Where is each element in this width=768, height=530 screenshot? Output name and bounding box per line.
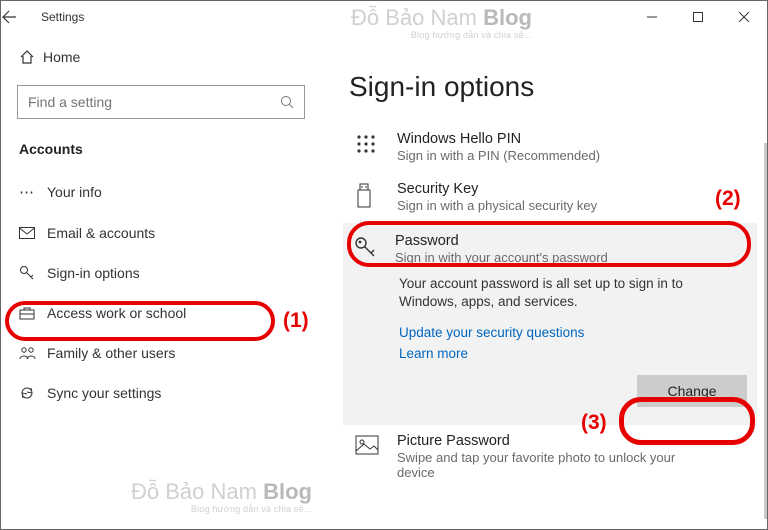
nav-label: Sync your settings [47, 385, 161, 401]
email-icon [19, 227, 47, 239]
window-controls [629, 1, 767, 33]
option-pin[interactable]: Windows Hello PIN Sign in with a PIN (Re… [349, 123, 751, 173]
nav-email-accounts[interactable]: Email & accounts [1, 213, 321, 253]
minimize-icon [647, 12, 657, 22]
option-title: Windows Hello PIN [397, 131, 600, 147]
option-picture-password[interactable]: Picture Password Swipe and tap your favo… [349, 425, 751, 490]
sidebar: Home Accounts ⋯ Your info Email & accoun… [1, 33, 321, 529]
home-button[interactable]: Home [1, 39, 321, 75]
home-label: Home [43, 49, 80, 65]
option-title: Password [395, 233, 608, 249]
usb-icon [355, 181, 397, 213]
key-icon [19, 265, 47, 281]
nav-label: Email & accounts [47, 225, 155, 241]
titlebar: Settings [1, 1, 767, 33]
main-pane: Sign-in options Windows Hello PIN Sign i… [321, 33, 767, 529]
search-input[interactable] [28, 94, 280, 110]
maximize-button[interactable] [675, 1, 721, 33]
back-button[interactable] [1, 9, 41, 25]
your-info-icon: ⋯ [19, 183, 47, 201]
option-desc: Sign in with your account's password [395, 250, 608, 265]
home-icon [19, 49, 43, 65]
picture-icon [355, 433, 397, 480]
briefcase-icon [19, 306, 47, 320]
pin-icon [355, 131, 397, 163]
minimize-button[interactable] [629, 1, 675, 33]
nav-label: Sign-in options [47, 265, 140, 281]
option-password[interactable]: Password Sign in with your account's pas… [353, 233, 747, 269]
nav-family-users[interactable]: Family & other users [1, 333, 321, 373]
nav-label: Family & other users [47, 345, 175, 361]
option-desc: Sign in with a PIN (Recommended) [397, 148, 600, 163]
option-security-key[interactable]: Security Key Sign in with a physical sec… [349, 173, 751, 223]
section-label: Accounts [1, 135, 321, 171]
update-security-questions-link[interactable]: Update your security questions [399, 325, 747, 340]
nav-your-info[interactable]: ⋯ Your info [1, 171, 321, 213]
nav-label: Access work or school [47, 305, 186, 321]
password-detail: Your account password is all set up to s… [399, 275, 719, 311]
nav-label: Your info [47, 184, 102, 200]
window-title: Settings [41, 10, 84, 24]
nav-access-work-school[interactable]: Access work or school [1, 293, 321, 333]
option-title: Picture Password [397, 433, 707, 449]
back-arrow-icon [1, 9, 17, 25]
option-desc: Swipe and tap your favorite photo to unl… [397, 450, 707, 480]
close-icon [739, 12, 749, 22]
nav-sign-in-options[interactable]: Sign-in options [1, 253, 321, 293]
key-icon [353, 233, 395, 265]
change-button[interactable]: Change [637, 375, 747, 407]
option-desc: Sign in with a physical security key [397, 198, 597, 213]
sync-icon [19, 385, 47, 401]
nav-sync-settings[interactable]: Sync your settings [1, 373, 321, 413]
learn-more-link[interactable]: Learn more [399, 346, 747, 361]
page-title: Sign-in options [349, 71, 751, 103]
search-box[interactable] [17, 85, 305, 119]
option-title: Security Key [397, 181, 597, 197]
close-button[interactable] [721, 1, 767, 33]
maximize-icon [693, 12, 703, 22]
search-icon [280, 95, 294, 109]
option-password-expanded: Password Sign in with your account's pas… [343, 223, 757, 425]
family-icon [19, 346, 47, 360]
scrollbar[interactable] [764, 143, 767, 519]
